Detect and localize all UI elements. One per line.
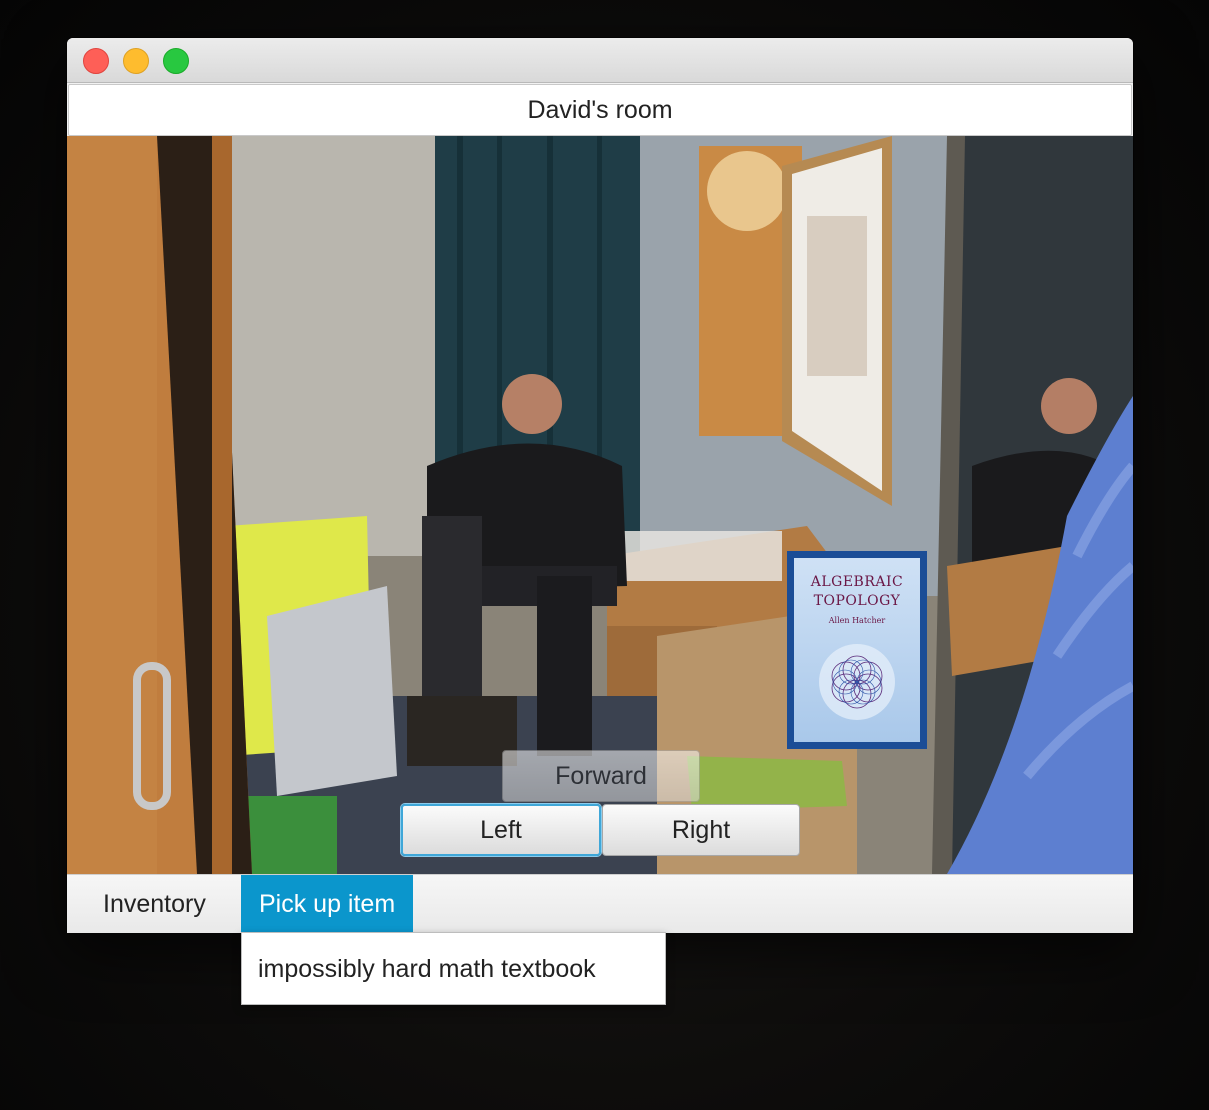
- minimize-window-button[interactable]: [123, 48, 149, 74]
- left-button[interactable]: Left: [401, 804, 601, 856]
- game-window: David's room ALGEBRAIC TOPOLOGY Allen Ha…: [67, 38, 1133, 933]
- maximize-window-button[interactable]: [163, 48, 189, 74]
- title-bar: [67, 38, 1133, 83]
- close-window-button[interactable]: [83, 48, 109, 74]
- spiral-emblem-icon: [819, 644, 895, 720]
- room-title: David's room: [68, 84, 1132, 136]
- algebraic-topology-book[interactable]: ALGEBRAIC TOPOLOGY Allen Hatcher: [787, 551, 927, 749]
- right-button[interactable]: Right: [602, 804, 800, 856]
- book-title-line2: TOPOLOGY: [813, 593, 901, 609]
- menu-bar: Inventory Pick up item: [67, 874, 1133, 933]
- dropdown-item-textbook[interactable]: impossibly hard math textbook: [242, 933, 665, 1005]
- book-author: Allen Hatcher: [828, 616, 886, 625]
- book-title-line1: ALGEBRAIC: [810, 574, 904, 590]
- pick-up-item-dropdown: impossibly hard math textbook: [241, 932, 666, 1005]
- book-cover: ALGEBRAIC TOPOLOGY Allen Hatcher: [794, 558, 920, 742]
- forward-button[interactable]: Forward: [502, 750, 700, 802]
- pick-up-item-menu[interactable]: Pick up item: [241, 875, 414, 933]
- inventory-menu[interactable]: Inventory: [85, 875, 224, 933]
- room-scene: ALGEBRAIC TOPOLOGY Allen Hatcher Forward…: [67, 136, 1133, 874]
